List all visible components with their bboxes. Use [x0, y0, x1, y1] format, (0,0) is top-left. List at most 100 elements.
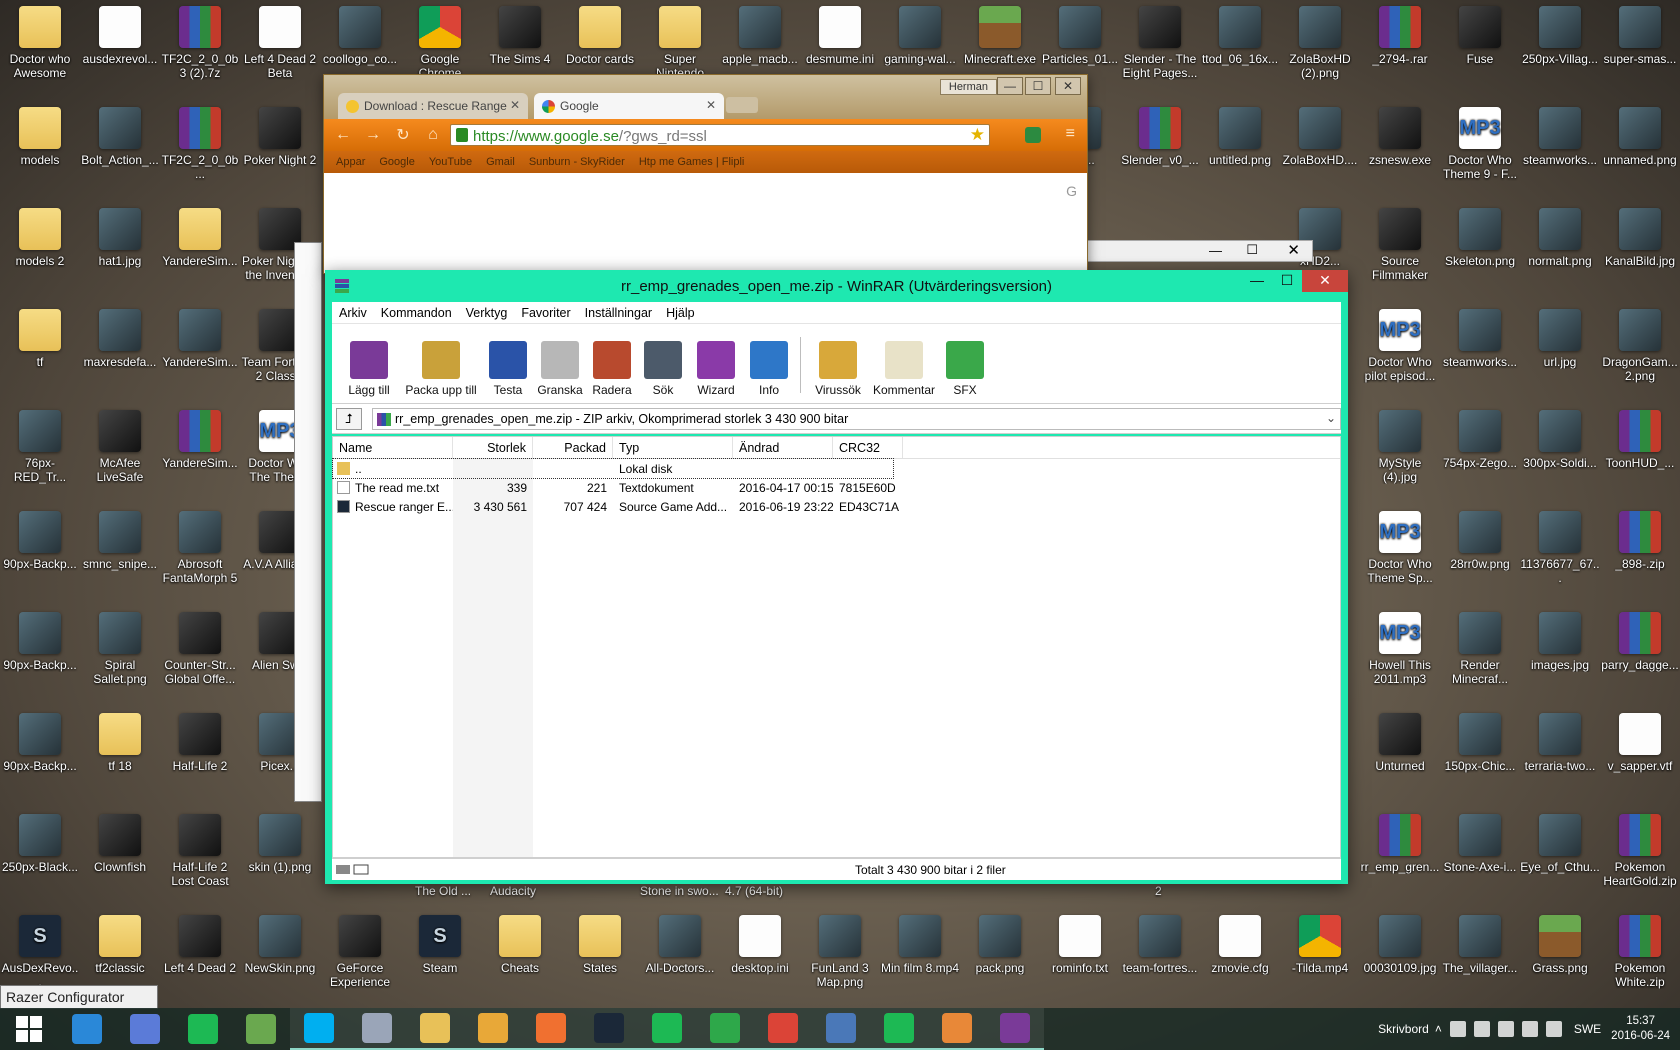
desktop-icon[interactable]: FunLand 3 Map.png [800, 909, 880, 1001]
desktop-icon[interactable]: ausdexrevol... [80, 0, 160, 92]
close-button[interactable]: ✕ [1055, 77, 1081, 95]
taskbar-internet-explorer-button[interactable] [58, 1008, 116, 1050]
desktop-icon[interactable]: models 2 [0, 202, 80, 294]
desktop-icon[interactable]: ZolaBoxHD.... [1280, 101, 1360, 193]
bookmark-item[interactable]: Gmail [486, 156, 515, 168]
desktop-icon[interactable]: Stone-Axe-i... [1440, 808, 1520, 900]
desktop-icon[interactable]: models [0, 101, 80, 193]
taskbar-start-button[interactable] [0, 1008, 58, 1050]
wizard-button[interactable]: Wizard [688, 341, 744, 397]
desktop-icon[interactable]: hat1.jpg [80, 202, 160, 294]
desktop-icon[interactable]: Min film 8.mp4 [880, 909, 960, 1001]
desktop-icon[interactable]: pack.png [960, 909, 1040, 1001]
taskbar-origin-button[interactable] [522, 1008, 580, 1050]
chrome-window[interactable]: Download : Rescue Range ✕ Google ✕ Herma… [323, 74, 1088, 274]
column-type[interactable]: Typ [613, 437, 733, 458]
desktop-icon[interactable]: 28rr0w.png [1440, 505, 1520, 597]
desktop-icon[interactable]: 00030109.jpg [1360, 909, 1440, 1001]
column-size[interactable]: Storlek [453, 437, 533, 458]
desktop-icon[interactable]: YandereSim... [160, 303, 240, 395]
battery-icon[interactable] [1497, 1021, 1514, 1037]
column-name[interactable]: Name [333, 437, 453, 458]
forward-icon[interactable]: → [362, 126, 384, 144]
desktop-icon[interactable]: normalt.png [1520, 202, 1600, 294]
desktop-icon[interactable]: MyStyle (4).jpg [1360, 404, 1440, 496]
desktop-icon[interactable]: Source Filmmaker [1360, 202, 1440, 294]
desktop-icon[interactable]: All-Doctors... [640, 909, 720, 1001]
comment-button[interactable]: Kommentar [869, 341, 939, 397]
desktop-icon[interactable]: rominfo.txt [1040, 909, 1120, 1001]
extension-icon[interactable] [1025, 127, 1041, 143]
desktop-icon[interactable]: MP3 Howell This 2011.mp3 [1360, 606, 1440, 698]
desktop-icon[interactable]: _898-.zip [1600, 505, 1680, 597]
desktop-icon[interactable]: DragonGam... 2.png [1600, 303, 1680, 395]
minimize-button[interactable]: — [997, 77, 1023, 95]
taskbar-steam-button[interactable] [580, 1008, 638, 1050]
desktop-icon[interactable]: MP3 Doctor Who Theme Sp... [1360, 505, 1440, 597]
path-dropdown[interactable]: rr_emp_grenades_open_me.zip - ZIP arkiv,… [372, 407, 1341, 430]
desktop-icon[interactable]: steamworks... [1520, 101, 1600, 193]
reload-icon[interactable]: ↻ [392, 125, 414, 145]
menu-icon[interactable]: ≡ [1066, 125, 1075, 143]
background-window-titlebar[interactable]: — ☐ ✕ [1085, 240, 1313, 262]
address-bar[interactable]: https://www.google.se/?gws_rd=ssl ★ [450, 124, 990, 146]
desktop-icon[interactable]: TF2C_2_0_0b3 (2).7z [160, 0, 240, 92]
menu-item[interactable]: Arkiv [332, 306, 374, 320]
desktop-icon[interactable]: parry_dagge... [1600, 606, 1680, 698]
desktop-icon[interactable]: _2794-.rar [1360, 0, 1440, 92]
desktop-icon[interactable]: maxresdefa... [80, 303, 160, 395]
home-icon[interactable]: ⌂ [422, 126, 444, 144]
desktop-icon[interactable]: skin (1).png [240, 808, 320, 900]
file-list[interactable]: Name Storlek Packad Typ Ändrad CRC32 .. … [332, 436, 1341, 858]
desktop-icon[interactable]: super-smas... [1600, 0, 1680, 92]
taskbar-minecraft-button[interactable] [232, 1008, 290, 1050]
desktop-icon[interactable]: Clownfish [80, 808, 160, 900]
desktop-icon[interactable]: Bolt_Action_... [80, 101, 160, 193]
desktop-icon[interactable]: Pokemon HeartGold.zip [1600, 808, 1680, 900]
menu-item[interactable]: Kommandon [374, 306, 459, 320]
desktop-icon[interactable]: TF2C_2_0_0b... [160, 101, 240, 193]
desktop-icon[interactable]: Grass.png [1520, 909, 1600, 1001]
desktop-icon[interactable]: Counter-Str... Global Offe... [160, 606, 240, 698]
desktop-icon[interactable]: Left 4 Dead 2 Beta [240, 0, 320, 92]
taskbar-spotify-2-button[interactable] [870, 1008, 928, 1050]
taskbar-control-panel-button[interactable] [812, 1008, 870, 1050]
menu-item[interactable]: Inställningar [578, 306, 659, 320]
desktop-icon[interactable]: ttod_06_16x... [1200, 0, 1280, 92]
taskbar-winrar-button[interactable] [986, 1008, 1044, 1050]
desktop-icon[interactable]: KanalBild.jpg [1600, 202, 1680, 294]
desktop-icon[interactable]: YandereSim... [160, 202, 240, 294]
desktop-toolbar-label[interactable]: Skrivbord [1378, 1022, 1429, 1036]
desktop-icon[interactable]: ZolaBoxHD (2).png [1280, 0, 1360, 92]
bookmark-item[interactable]: YouTube [429, 156, 472, 168]
column-crc[interactable]: CRC32 [833, 437, 903, 458]
desktop-icon[interactable]: zsnesw.exe [1360, 101, 1440, 193]
desktop-icon[interactable]: Spiral Sallet.png [80, 606, 160, 698]
test-button[interactable]: Testa [482, 341, 534, 397]
desktop-icon[interactable]: url.jpg [1520, 303, 1600, 395]
info-button[interactable]: Info [744, 341, 794, 397]
language-indicator[interactable]: SWE [1574, 1022, 1601, 1036]
minimize-button[interactable]: — [1242, 270, 1272, 292]
add-button[interactable]: Lägg till [338, 341, 400, 397]
desktop-icon[interactable]: MP3 Doctor Who Theme 9 - F... [1440, 101, 1520, 193]
desktop-icon[interactable]: Half-Life 2 Lost Coast [160, 808, 240, 900]
desktop-icon[interactable]: Eye_of_Cthu... [1520, 808, 1600, 900]
action-center-icon[interactable] [1521, 1021, 1538, 1037]
delete-button[interactable]: Radera [586, 341, 638, 397]
desktop-icon[interactable]: Half-Life 2 [160, 707, 240, 799]
desktop-icon[interactable]: YandereSim... [160, 404, 240, 496]
desktop-icon[interactable]: unnamed.png [1600, 101, 1680, 193]
maximize-button[interactable]: ☐ [1272, 270, 1302, 292]
find-button[interactable]: Sök [638, 341, 688, 397]
desktop-icon[interactable]: Left 4 Dead 2 [160, 909, 240, 1001]
page-content[interactable]: G [324, 173, 1087, 273]
taskbar-media-player-button[interactable] [928, 1008, 986, 1050]
taskbar-store-button[interactable] [696, 1008, 754, 1050]
chevron-up-icon[interactable]: ˄ [1435, 1022, 1442, 1036]
taskbar-document-viewer-button[interactable] [116, 1008, 174, 1050]
desktop-icon[interactable]: untitled.png [1200, 101, 1280, 193]
volume-icon[interactable] [1545, 1021, 1562, 1037]
file-row[interactable]: Rescue ranger E... 3 430 561 707 424 Source… [333, 497, 1340, 516]
winrar-window[interactable]: rr_emp_grenades_open_me.zip - WinRAR (Ut… [325, 270, 1348, 884]
